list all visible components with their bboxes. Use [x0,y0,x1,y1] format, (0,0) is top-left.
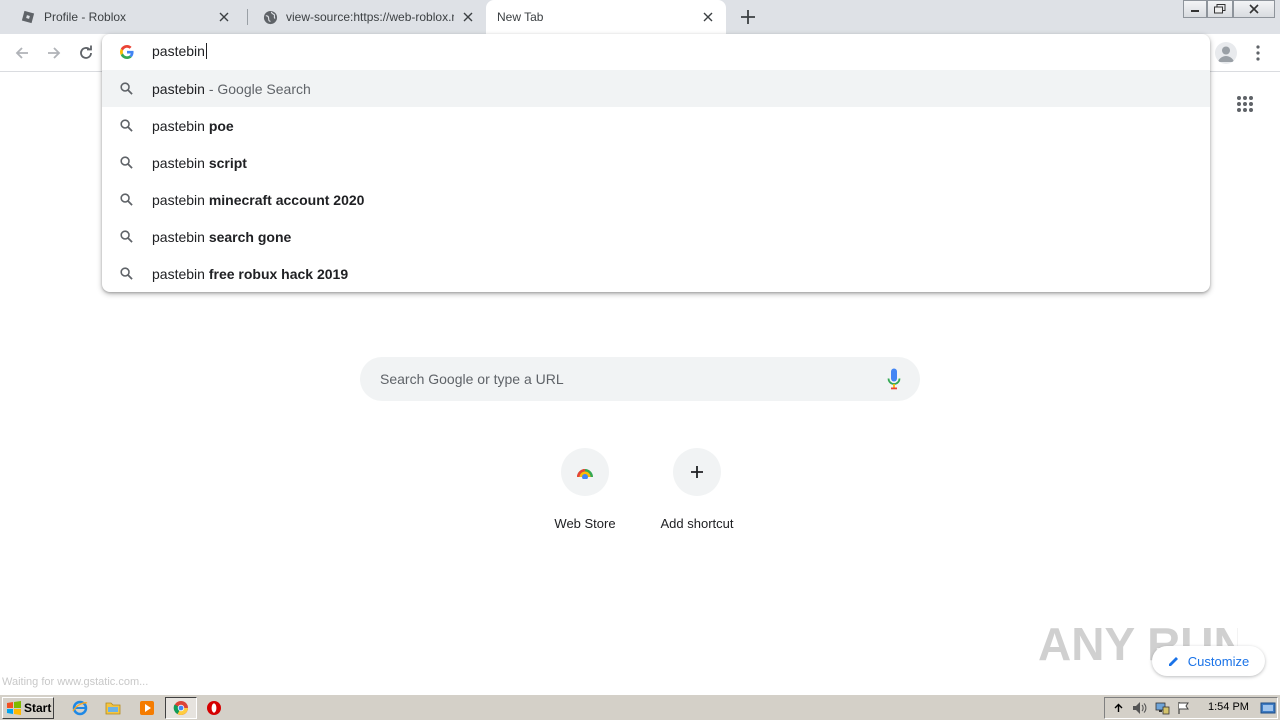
windows-taskbar: Start 1:54 PM [0,694,1280,720]
search-icon [118,266,134,282]
close-tab-icon[interactable] [216,9,232,25]
taskbar-clock[interactable]: 1:54 PM [1208,701,1249,713]
pencil-icon [1168,657,1178,666]
close-tab-icon[interactable] [700,9,716,25]
roblox-icon [20,9,36,25]
chrome-menu-button[interactable] [1248,43,1268,63]
profile-avatar[interactable] [1215,42,1237,64]
windows-logo-icon [7,701,21,715]
omnibox-input[interactable]: pastebin [152,43,207,59]
start-button[interactable]: Start [2,697,54,719]
reload-icon [80,45,92,59]
reload-button[interactable] [74,41,98,65]
suggestion-item[interactable]: pastebin free robux hack 2019 [102,255,1210,292]
microphone-icon[interactable] [882,367,906,391]
action-center-flag-icon[interactable] [1175,699,1193,717]
customize-button[interactable]: Customize [1152,646,1265,676]
opera-icon[interactable] [205,699,223,717]
suggestion-text: pastebin search gone [152,228,292,245]
suggestion-item[interactable]: pastebin minecraft account 2020 [102,181,1210,218]
search-icon [118,81,134,97]
shortcut-web-store[interactable]: Web Store [529,448,641,544]
plus-icon [691,466,703,478]
search-icon [118,118,134,134]
add-shortcut-circle [673,448,721,496]
suggestion-text: pastebin script [152,154,247,171]
arrow-right-icon [48,47,61,59]
plus-icon [741,10,755,24]
close-icon [1249,4,1259,14]
shortcut-label: Add shortcut [660,516,734,531]
shortcut-label: Web Store [554,516,616,531]
address-bar[interactable]: pastebin [102,34,1210,70]
tab-title: view-source:https://web-roblox.net/users… [286,10,454,24]
media-player-icon[interactable] [138,699,156,717]
close-tab-icon[interactable] [460,9,476,25]
back-button[interactable] [10,41,34,65]
search-icon [118,229,134,245]
apps-grid-icon [1237,96,1253,112]
minimize-button[interactable] [1183,0,1207,18]
chevron-up-icon[interactable] [1109,699,1127,717]
system-tray [1104,697,1278,719]
new-tab-button[interactable] [738,7,758,27]
suggestion-item[interactable]: pastebin poe [102,107,1210,144]
suggestion-item[interactable]: pastebin script [102,144,1210,181]
web-store-tile-icon [561,448,609,496]
add-shortcut-button[interactable]: Add shortcut [641,448,753,544]
google-g-icon [118,43,136,61]
tab-title: New Tab [497,10,544,24]
google-apps-button[interactable] [1236,95,1256,115]
restore-icon [1214,4,1226,14]
status-bubble: Waiting for www.gstatic.com... [2,676,149,688]
tab-view-source[interactable]: view-source:https://web-roblox.net/users… [242,0,486,34]
suggestion-text: pastebin poe [152,117,234,134]
show-desktop-icon[interactable] [1259,699,1277,717]
search-icon [118,155,134,171]
start-label: Start [24,701,52,715]
globe-icon [262,9,278,25]
customize-label: Customize [1187,653,1250,669]
tab-new-tab[interactable]: New Tab [486,0,726,34]
chrome-icon[interactable] [172,699,190,717]
more-vert-icon [1256,45,1260,61]
suggestion-text: pastebin minecraft account 2020 [152,191,365,208]
tab-profile-roblox[interactable]: Profile - Roblox [0,0,242,34]
minimize-icon [1191,10,1199,12]
suggestion-text: pastebin - Google Search [152,80,311,97]
suggestion-item[interactable]: pastebin search gone [102,218,1210,255]
omnibox-dropdown: pastebin pastebin - Google Search pasteb… [102,34,1210,292]
restore-button[interactable] [1207,0,1233,18]
person-icon [1218,46,1234,62]
tab-title: Profile - Roblox [44,10,127,24]
suggestion-text: pastebin free robux hack 2019 [152,265,349,282]
chrome-web-store-icon [577,469,593,479]
volume-icon[interactable] [1131,699,1149,717]
tab-strip: Profile - Roblox view-source:https://web… [0,0,1280,34]
search-placeholder: Search Google or type a URL [380,371,564,387]
file-explorer-icon[interactable] [104,699,122,717]
close-window-button[interactable] [1233,0,1275,18]
internet-explorer-icon[interactable] [71,699,89,717]
network-icon[interactable] [1153,699,1171,717]
search-icon [118,192,134,208]
suggestion-item[interactable]: pastebin - Google Search [102,70,1210,107]
forward-button[interactable] [42,41,66,65]
ntp-search-box[interactable]: Search Google or type a URL [360,357,920,401]
text-caret [205,43,207,59]
arrow-left-icon [15,47,28,59]
